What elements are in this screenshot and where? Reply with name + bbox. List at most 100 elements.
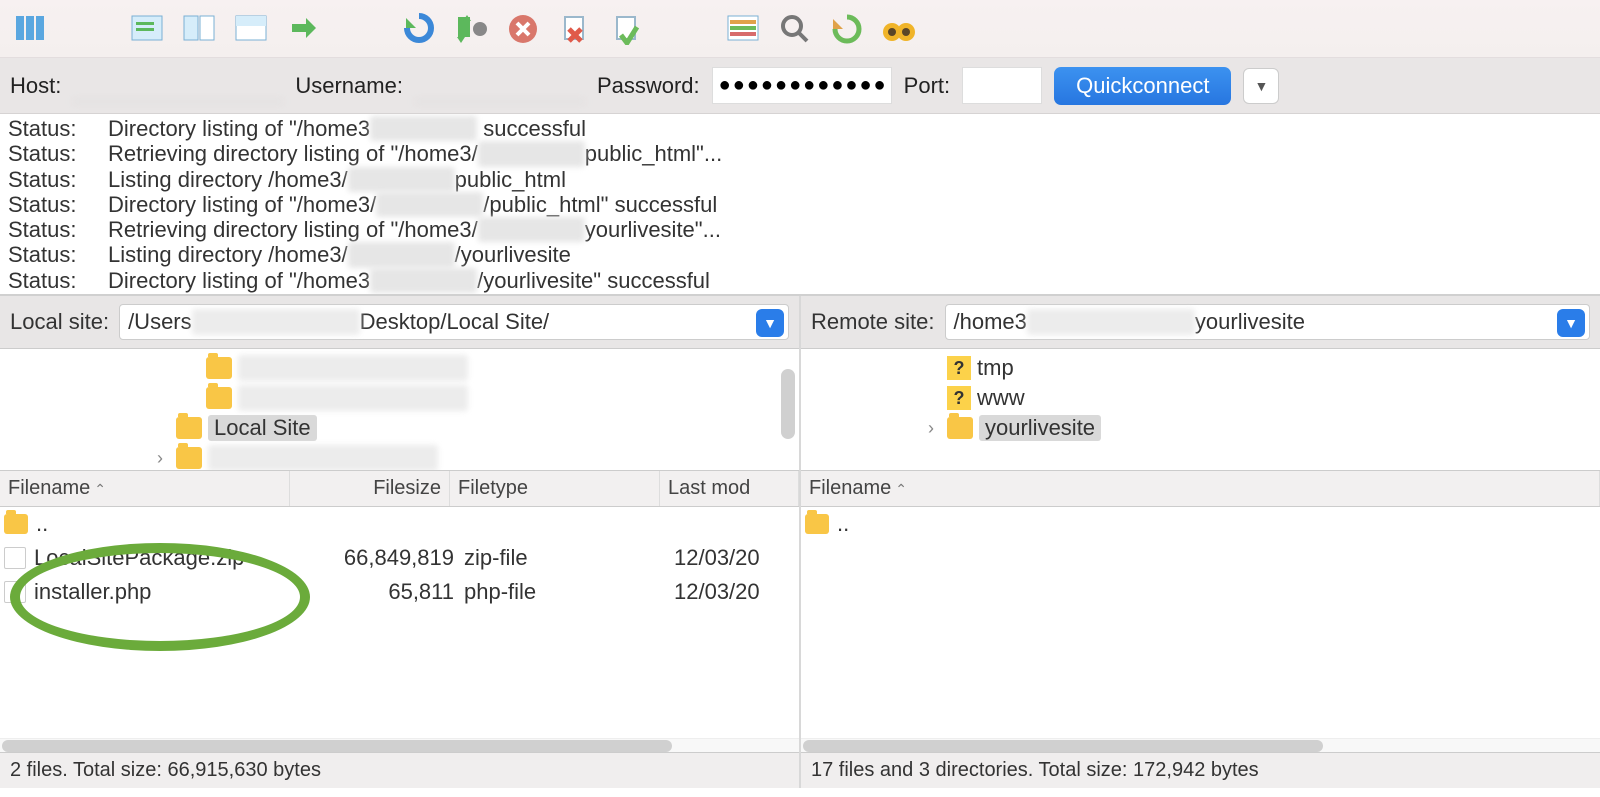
host-label: Host: [10, 73, 61, 99]
local-file-list[interactable]: .. LocalSitePackage.zip 66,849,819zip-file… [0, 507, 799, 738]
unknown-folder-icon: ? [947, 386, 971, 410]
disconnect-icon[interactable] [552, 6, 598, 52]
remote-file-header[interactable]: Filename⌃ [801, 471, 1600, 507]
main-toolbar [0, 0, 1600, 58]
unknown-folder-icon: ? [947, 356, 971, 380]
log-message: Directory listing of "/home3xxxxxxxxx/yo… [108, 268, 1592, 293]
file-row[interactable]: .. [801, 507, 1600, 541]
host-input[interactable] [73, 70, 283, 102]
local-path-input[interactable]: /UsersxxxxxxxxDesktop/Local Site/ ▼ [119, 304, 789, 340]
file-modified: 12/03/20 [664, 579, 795, 605]
binoculars-icon[interactable] [876, 6, 922, 52]
local-file-header[interactable]: Filename⌃ Filesize Filetype Last mod [0, 471, 799, 507]
tree-label: Local Site [208, 415, 317, 441]
log-message: Retrieving directory listing of "/home3/… [108, 141, 1592, 166]
tree-item[interactable]: ›xxxxxxxxxx [0, 443, 799, 471]
log-message: Directory listing of "/home3/xxxxxxxxx/p… [108, 192, 1592, 217]
log-message: Retrieving directory listing of "/home3/… [108, 217, 1592, 242]
file-name: .. [36, 511, 48, 537]
log-label: Status: [8, 167, 108, 192]
toggle-local-icon[interactable] [176, 6, 222, 52]
file-size: 65,811 [294, 579, 454, 605]
expand-icon[interactable]: › [921, 418, 941, 439]
file-name: installer.php [34, 579, 151, 605]
local-status: 2 files. Total size: 66,915,630 bytes [0, 752, 799, 788]
reconnect-icon[interactable] [604, 6, 650, 52]
file-modified: 12/03/20 [664, 545, 795, 571]
folder-icon [176, 447, 202, 469]
log-label: Status: [8, 116, 108, 141]
quickconnect-button[interactable]: Quickconnect [1054, 67, 1231, 105]
compare-icon[interactable] [720, 6, 766, 52]
remote-file-list[interactable]: .. [801, 507, 1600, 738]
log-label: Status: [8, 268, 108, 293]
tree-label: tmp [977, 355, 1014, 381]
remote-tree[interactable]: ?tmp?www › yourlivesite [801, 349, 1600, 471]
local-tree[interactable]: xxxxxxxxxxxxxxxxxxxxLocal Site›xxxxxxxxx… [0, 349, 799, 471]
remote-status: 17 files and 3 directories. Total size: … [801, 752, 1600, 788]
log-label: Status: [8, 217, 108, 242]
site-manager-icon[interactable] [8, 6, 54, 52]
toggle-remote-icon[interactable] [228, 6, 274, 52]
username-label: Username: [295, 73, 403, 99]
refresh-icon[interactable] [396, 6, 442, 52]
file-size: 66,849,819 [294, 545, 454, 571]
sync-browse-icon[interactable] [824, 6, 870, 52]
chevron-down-icon[interactable]: ▼ [1557, 309, 1585, 337]
tree-item[interactable]: xxxxxxxxxx [0, 383, 799, 413]
toggle-message-icon[interactable] [124, 6, 170, 52]
message-log[interactable]: Status:Directory listing of "/home3xxxxx… [0, 114, 1600, 294]
folder-icon [947, 417, 973, 439]
username-input[interactable] [415, 70, 585, 102]
file-type: zip-file [454, 545, 664, 571]
remote-path-input[interactable]: /home3xxxxxxxxyourlivesite ▼ [945, 304, 1591, 340]
folder-icon [206, 387, 232, 409]
cancel-icon[interactable] [500, 6, 546, 52]
tree-label: yourlivesite [979, 415, 1101, 441]
log-label: Status: [8, 242, 108, 267]
file-icon [4, 581, 26, 603]
local-hscroll[interactable] [0, 738, 799, 752]
password-input[interactable] [712, 67, 892, 104]
folder-icon [4, 514, 28, 534]
toggle-transfer-icon[interactable] [280, 6, 326, 52]
local-site-label: Local site: [10, 309, 109, 335]
file-row[interactable]: installer.php 65,811php-file12/03/20 [0, 575, 799, 609]
tree-item[interactable]: ?www [801, 383, 1600, 413]
scrollbar-thumb[interactable] [781, 369, 795, 439]
search-icon[interactable] [772, 6, 818, 52]
file-name: LocalSitePackage.zip [34, 545, 244, 571]
tree-item[interactable]: ?tmp [801, 353, 1600, 383]
port-input[interactable] [962, 67, 1042, 104]
folder-icon [176, 417, 202, 439]
chevron-down-icon[interactable]: ▼ [756, 309, 784, 337]
file-row[interactable]: LocalSitePackage.zip 66,849,819zip-file12… [0, 541, 799, 575]
password-label: Password: [597, 73, 700, 99]
tree-label: www [977, 385, 1025, 411]
quickconnect-bar: Host: Username: Password: Port: Quickcon… [0, 58, 1600, 114]
quickconnect-dropdown[interactable]: ▼ [1243, 68, 1279, 104]
file-row[interactable]: .. [0, 507, 799, 541]
sort-asc-icon: ⌃ [895, 481, 907, 497]
folder-icon [206, 357, 232, 379]
expand-icon[interactable]: › [150, 448, 170, 469]
remote-pane: Remote site: /home3xxxxxxxxyourlivesite … [801, 296, 1600, 788]
tree-item[interactable]: › yourlivesite [801, 413, 1600, 443]
log-label: Status: [8, 141, 108, 166]
folder-icon [805, 514, 829, 534]
tree-item[interactable]: xxxxxxxxxx [0, 353, 799, 383]
file-type: php-file [454, 579, 664, 605]
log-message: Listing directory /home3/xxxxxxxxxpublic… [108, 167, 1592, 192]
remote-site-label: Remote site: [811, 309, 935, 335]
file-icon [4, 547, 26, 569]
file-name: .. [837, 511, 849, 537]
process-queue-icon[interactable] [448, 6, 494, 52]
sort-asc-icon: ⌃ [94, 481, 106, 497]
tree-item[interactable]: Local Site [0, 413, 799, 443]
local-pane: Local site: /UsersxxxxxxxxDesktop/Local … [0, 296, 801, 788]
log-label: Status: [8, 192, 108, 217]
log-message: Directory listing of "/home3xxxxxxxxx su… [108, 116, 1592, 141]
port-label: Port: [904, 73, 950, 99]
log-message: Listing directory /home3/xxxxxxxxx/yourl… [108, 242, 1592, 267]
remote-hscroll[interactable] [801, 738, 1600, 752]
